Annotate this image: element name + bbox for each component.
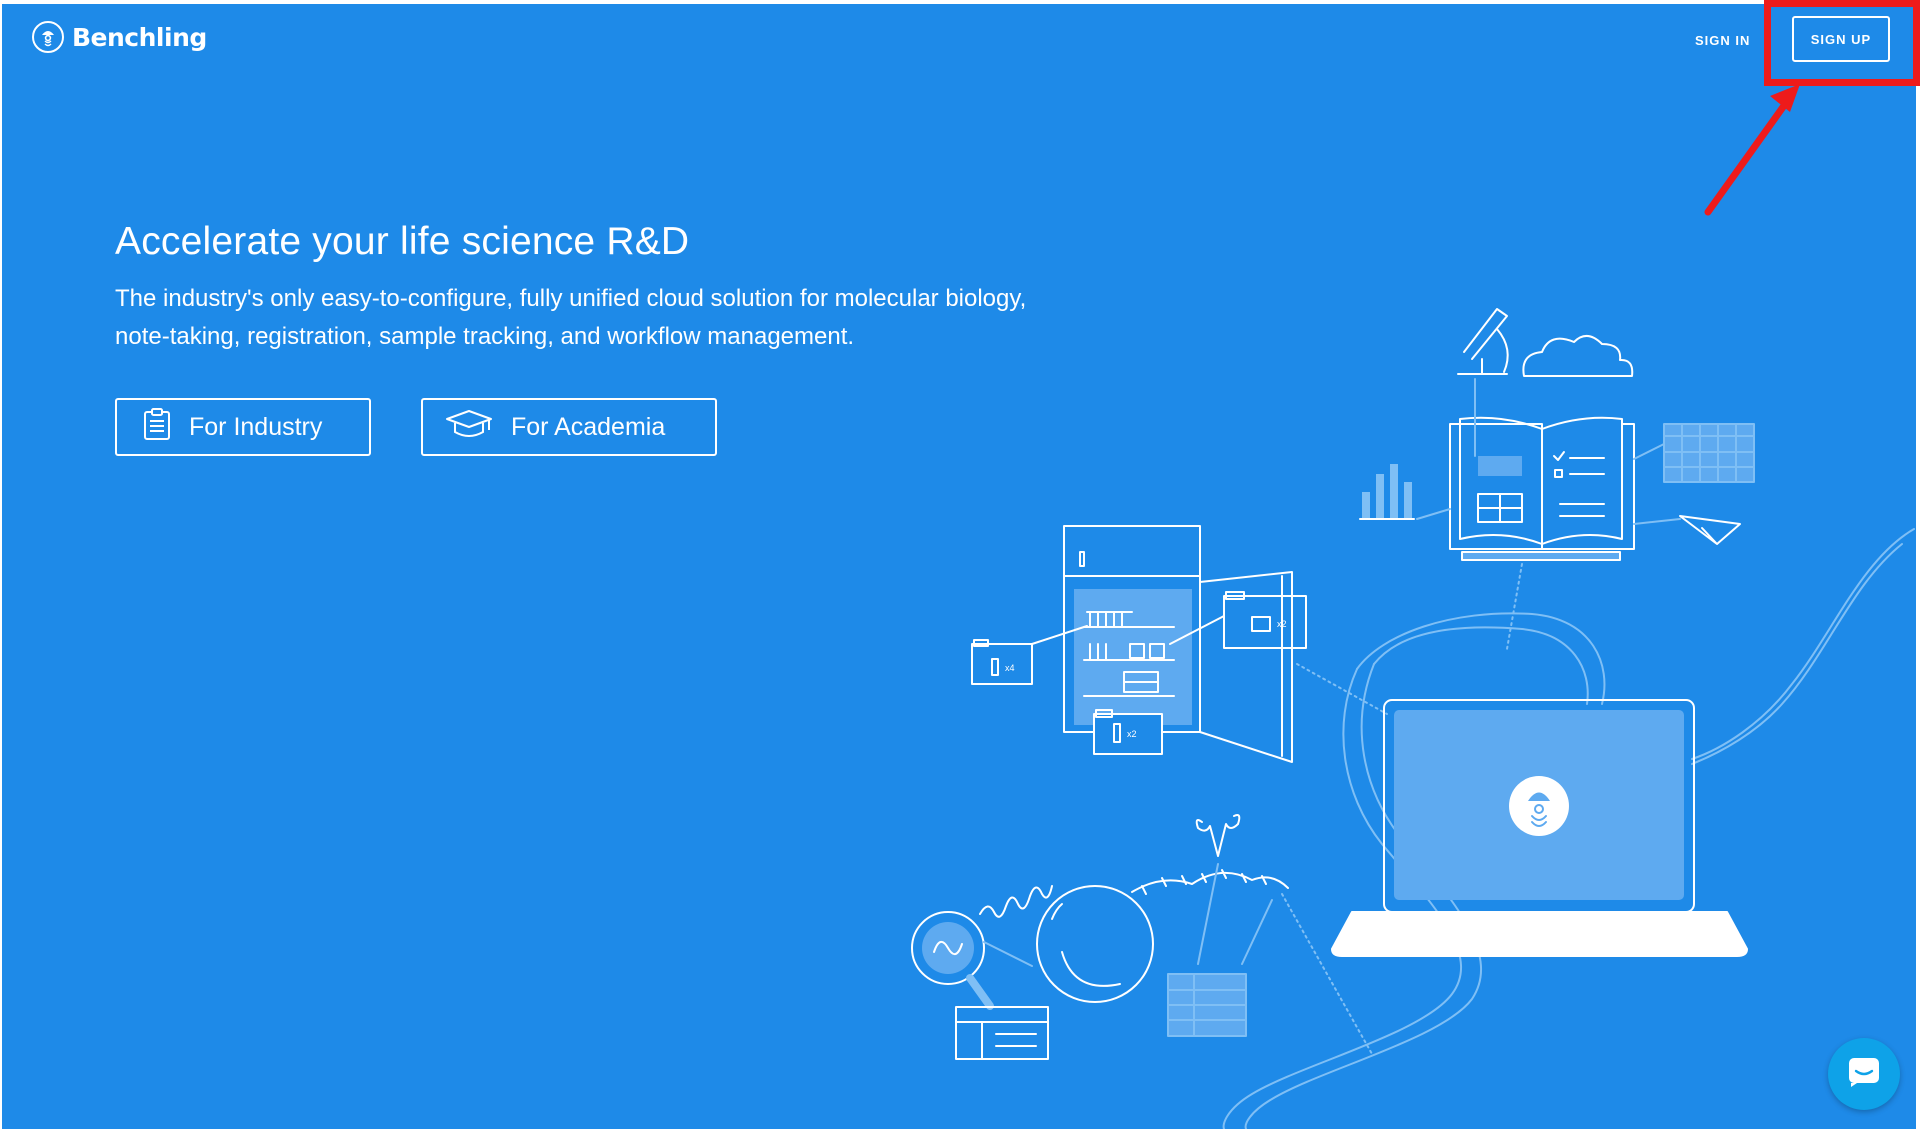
annotation-arrow xyxy=(1704,84,1800,216)
